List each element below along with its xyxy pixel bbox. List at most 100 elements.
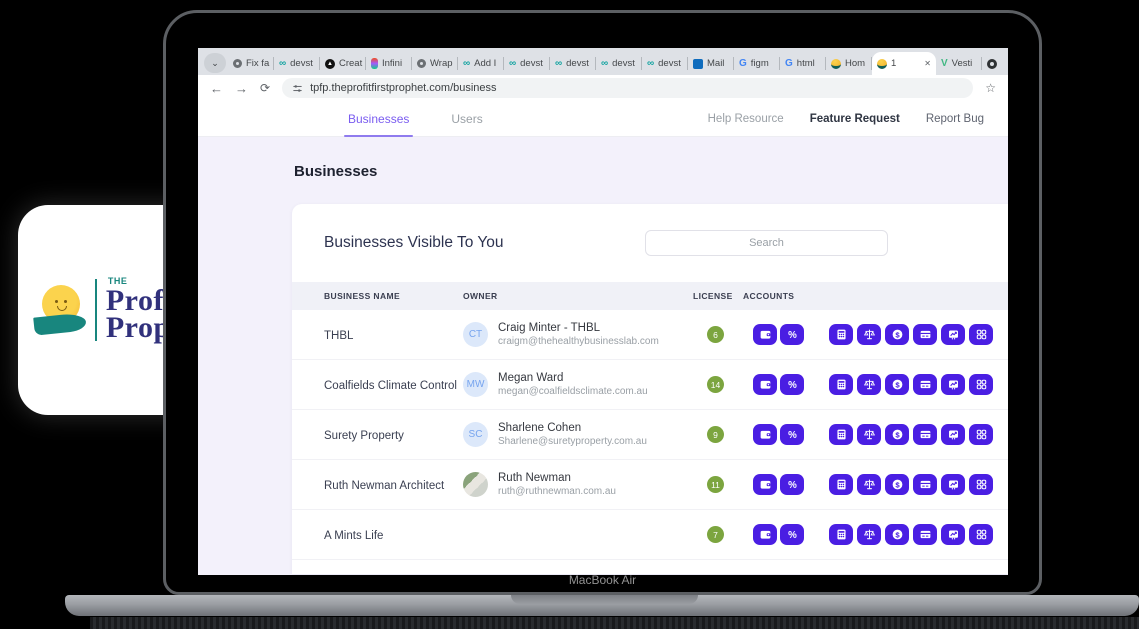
browser-tab[interactable]: ∞devst — [504, 52, 550, 75]
card-button[interactable] — [913, 424, 937, 445]
chart-board-button[interactable] — [941, 424, 965, 445]
browser-tab[interactable]: ∞devst — [274, 52, 320, 75]
dollar-button[interactable] — [885, 424, 909, 445]
browser-tab-active[interactable]: 1✕ — [872, 52, 936, 75]
browser-tab[interactable]: Hom — [826, 52, 872, 75]
card-icon — [919, 528, 932, 541]
browser-tab[interactable]: Mail — [688, 52, 734, 75]
nav-report-bug[interactable]: Report Bug — [926, 113, 984, 125]
calculator-button[interactable] — [829, 474, 853, 495]
grid-button[interactable] — [969, 374, 993, 395]
license-count-badge: 11 — [707, 476, 724, 493]
wallet-icon — [759, 328, 772, 341]
nav-businesses[interactable]: Businesses — [348, 112, 409, 126]
wallet-button[interactable] — [753, 374, 777, 395]
percent-button[interactable] — [780, 374, 804, 395]
grid-button[interactable] — [969, 324, 993, 345]
browser-tab[interactable]: VVesti — [936, 52, 982, 75]
chart-board-button[interactable] — [941, 524, 965, 545]
browser-tab[interactable]: ∞devst — [642, 52, 688, 75]
google-icon: G — [785, 58, 793, 69]
table-row: Surety Property SC Sharlene Cohen Sharle… — [292, 410, 1008, 460]
percent-icon — [786, 528, 799, 541]
dollar-button[interactable] — [885, 474, 909, 495]
nav-users[interactable]: Users — [451, 112, 482, 126]
infinity-icon: ∞ — [555, 58, 562, 69]
tab-label: 1 — [891, 58, 896, 69]
browser-tab[interactable]: ∞devst — [550, 52, 596, 75]
tab-label: Fix fa — [246, 58, 269, 69]
browser-tab[interactable]: Infini — [366, 52, 412, 75]
dollar-button[interactable] — [885, 524, 909, 545]
tab-close-icon[interactable]: ✕ — [924, 59, 931, 68]
coin-icon — [877, 59, 887, 69]
vue-icon: V — [941, 58, 948, 69]
percent-button[interactable] — [780, 524, 804, 545]
chart-board-button[interactable] — [941, 324, 965, 345]
browser-tab[interactable]: Wrap — [412, 52, 458, 75]
grid-button[interactable] — [969, 474, 993, 495]
browser-tab[interactable] — [982, 52, 1008, 75]
calculator-button[interactable] — [829, 324, 853, 345]
scale-icon — [863, 478, 876, 491]
scale-button[interactable] — [857, 524, 881, 545]
browser-tab[interactable]: Fix fa — [228, 52, 274, 75]
wallet-button[interactable] — [753, 474, 777, 495]
card-button[interactable] — [913, 324, 937, 345]
card-button[interactable] — [913, 374, 937, 395]
bookmark-star-icon[interactable]: ☆ — [985, 81, 996, 95]
browser-tab[interactable]: Ghtml — [780, 52, 826, 75]
browser-tab[interactable]: ∞devst — [596, 52, 642, 75]
wallet-button[interactable] — [753, 324, 777, 345]
grid-button[interactable] — [969, 424, 993, 445]
tab-search-chevron-icon[interactable]: ⌄ — [204, 53, 226, 73]
address-bar[interactable]: tpfp.theprofitfirstprophet.com/business — [282, 78, 973, 98]
scale-button[interactable] — [857, 424, 881, 445]
dollar-button[interactable] — [885, 324, 909, 345]
wallet-button[interactable] — [753, 424, 777, 445]
dollar-button[interactable] — [885, 374, 909, 395]
business-name: Coalfields Climate Control — [324, 380, 457, 392]
percent-button[interactable] — [780, 474, 804, 495]
browser-tab[interactable]: Gfigm — [734, 52, 780, 75]
scale-button[interactable] — [857, 474, 881, 495]
business-name: A Mints Life — [324, 530, 383, 542]
calculator-button[interactable] — [829, 374, 853, 395]
license-count-badge: 14 — [707, 376, 724, 393]
business-name: THBL — [324, 330, 353, 342]
browser-tab[interactable]: ∞Add I — [458, 52, 504, 75]
card-button[interactable] — [913, 474, 937, 495]
tab-label: html — [797, 58, 815, 69]
chart-board-button[interactable] — [941, 374, 965, 395]
account-actions-secondary — [829, 424, 993, 445]
grid-button[interactable] — [969, 524, 993, 545]
percent-icon — [786, 478, 799, 491]
gray-gear-icon — [417, 59, 426, 68]
percent-button[interactable] — [780, 324, 804, 345]
page-title: Businesses — [294, 163, 1008, 180]
owner-email: Sharlene@suretyproperty.com.au — [498, 436, 647, 447]
calculator-button[interactable] — [829, 524, 853, 545]
scale-button[interactable] — [857, 374, 881, 395]
calculator-button[interactable] — [829, 424, 853, 445]
tab-label: devst — [290, 58, 313, 69]
reload-icon[interactable]: ⟳ — [260, 81, 270, 95]
nav-feature-request[interactable]: Feature Request — [810, 113, 900, 125]
percent-button[interactable] — [780, 424, 804, 445]
back-icon[interactable]: ← — [210, 81, 223, 96]
card-icon — [919, 478, 932, 491]
header-business-name: BUSINESS NAME — [292, 291, 463, 301]
browser-tab[interactable]: ▲Creat — [320, 52, 366, 75]
site-settings-icon[interactable] — [292, 83, 303, 94]
card-button[interactable] — [913, 524, 937, 545]
header-owner: OWNER — [463, 291, 693, 301]
dollar-icon — [891, 378, 904, 391]
chart-board-button[interactable] — [941, 474, 965, 495]
dollar-icon — [891, 428, 904, 441]
wallet-button[interactable] — [753, 524, 777, 545]
nav-help-resource[interactable]: Help Resource — [708, 113, 784, 125]
forward-icon[interactable]: → — [235, 81, 248, 96]
search-input[interactable] — [645, 230, 888, 256]
chart-board-icon — [947, 478, 960, 491]
scale-button[interactable] — [857, 324, 881, 345]
